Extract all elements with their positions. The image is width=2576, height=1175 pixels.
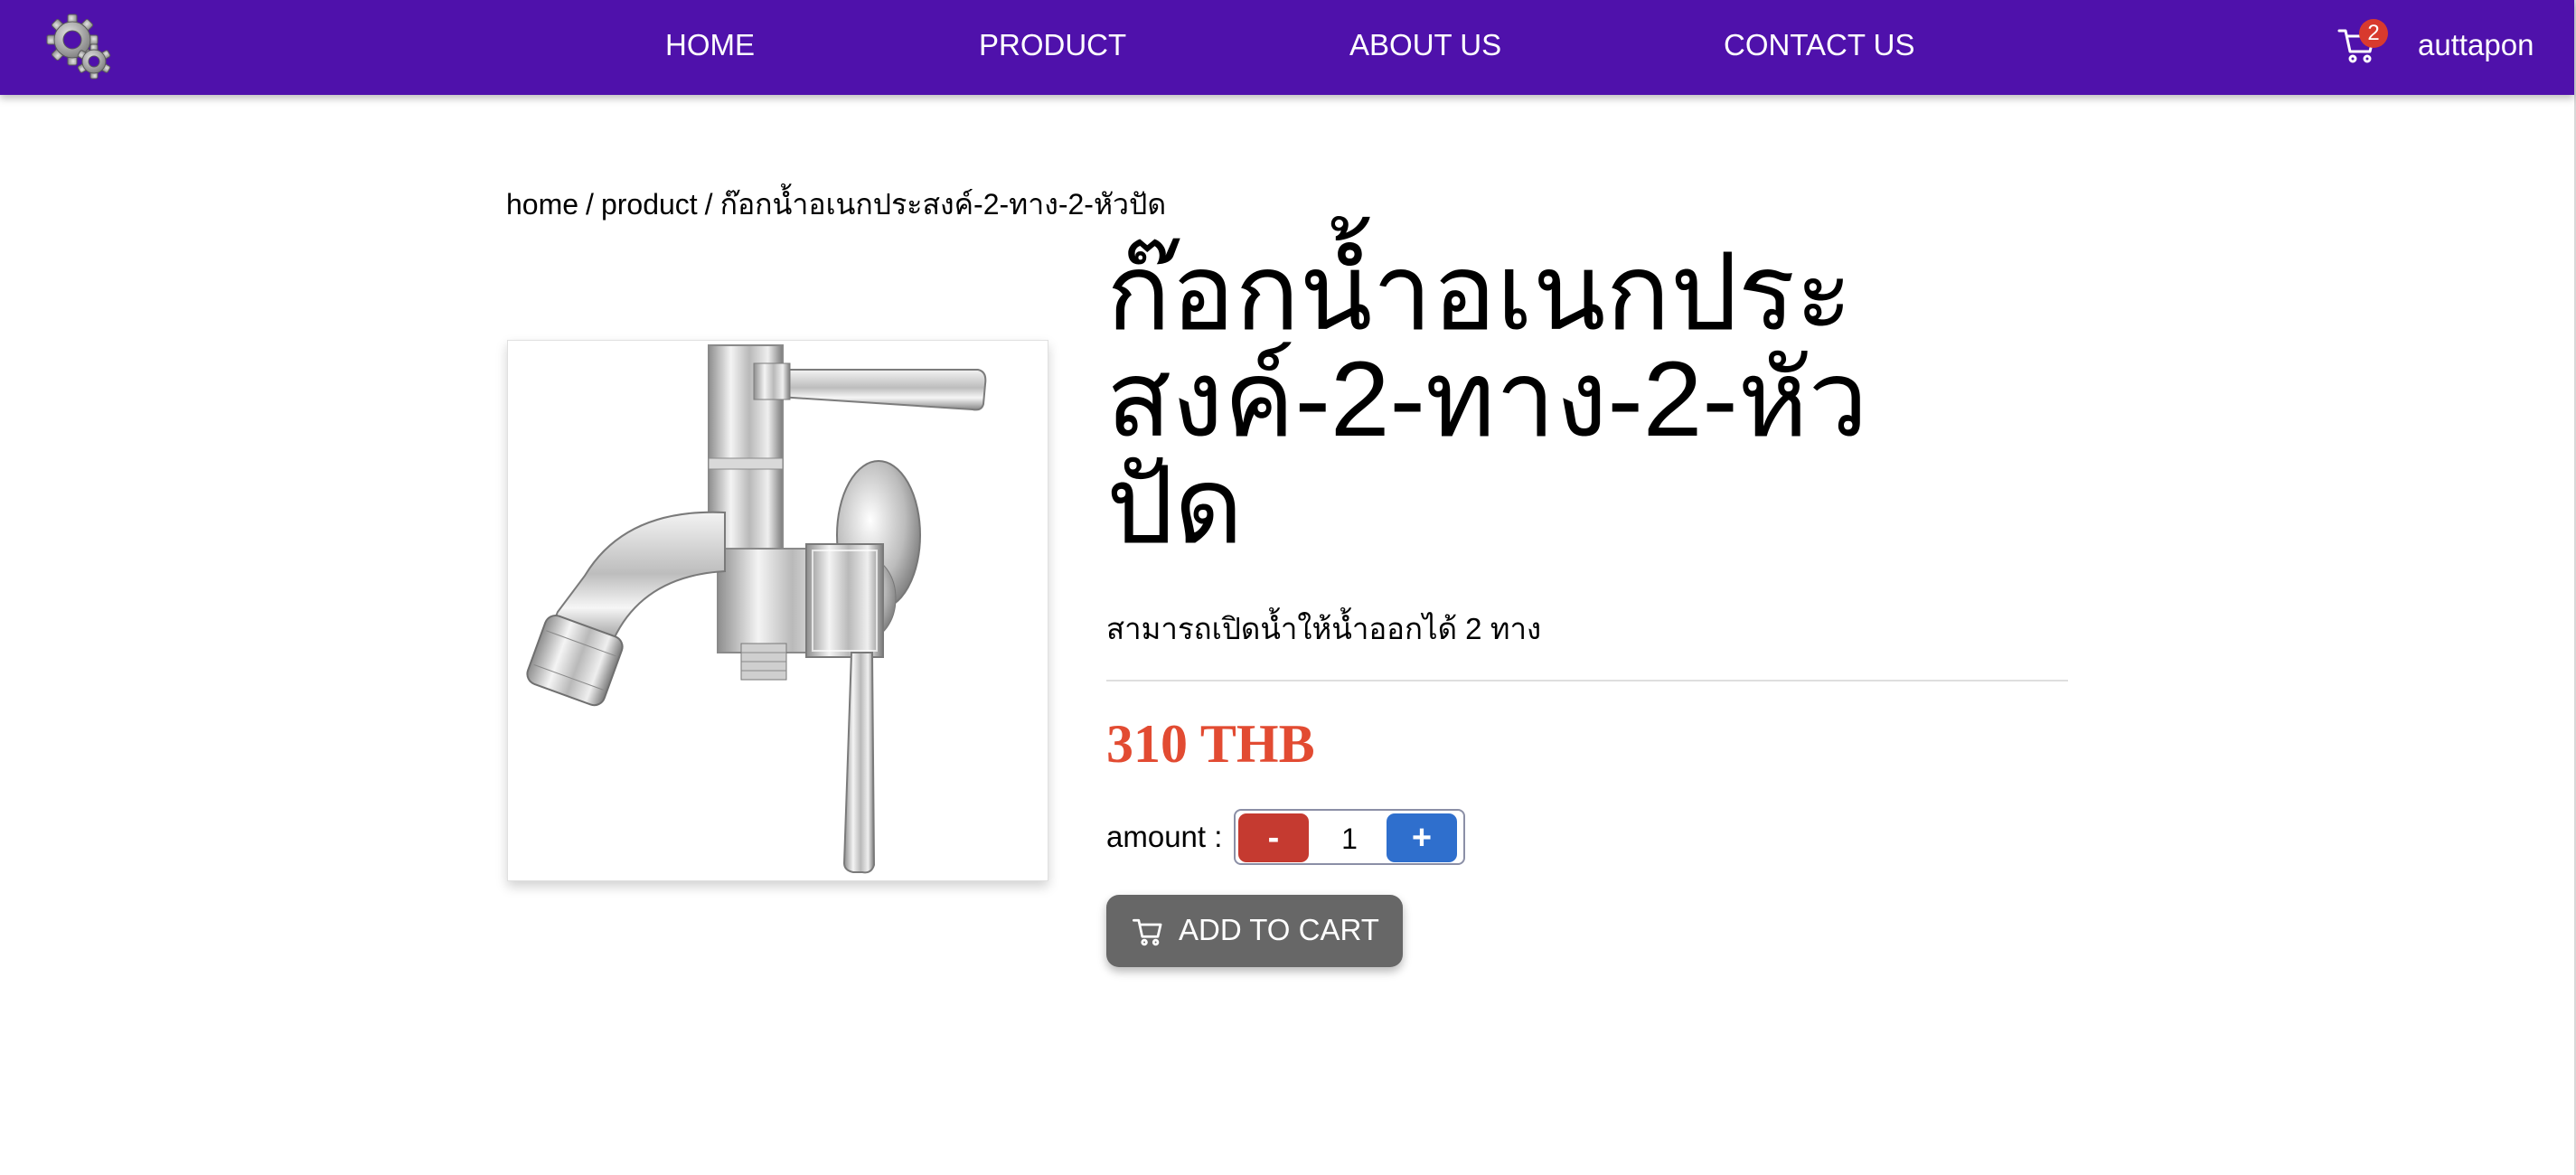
nav-link-contact-us[interactable]: CONTACT US: [1724, 27, 1914, 63]
add-to-cart-label: ADD TO CART: [1179, 913, 1379, 946]
breadcrumb-separator: /: [586, 188, 594, 221]
breadcrumb: home / product / ก๊อกน้ำอเนกประสงค์-2-ทาง-2-…: [506, 185, 1166, 223]
cart-count-badge: 2: [2359, 19, 2388, 48]
breadcrumb-product[interactable]: product: [601, 188, 698, 221]
user-name[interactable]: auttapon: [2418, 27, 2534, 63]
cart-icon: [1132, 918, 1162, 946]
quantity-input[interactable]: [1312, 813, 1387, 864]
nav-link-about-us[interactable]: ABOUT US: [1349, 27, 1501, 63]
amount-label: amount :: [1106, 820, 1223, 853]
divider: [1106, 680, 2068, 682]
nav-link-product[interactable]: PRODUCT: [979, 27, 1126, 63]
breadcrumb-current: ก๊อกน้ำอเนกประสงค์-2-ทาง-2-หัวปัด: [719, 188, 1167, 221]
breadcrumb-home[interactable]: home: [506, 188, 578, 221]
faucet-image: [526, 344, 987, 874]
breadcrumb-separator: /: [704, 188, 713, 221]
nav-link-home[interactable]: HOME: [665, 27, 755, 63]
decrease-quantity-button[interactable]: -: [1238, 813, 1309, 862]
increase-quantity-button[interactable]: +: [1387, 813, 1457, 862]
quantity-stepper: - +: [1234, 809, 1465, 865]
top-navbar: HOME PRODUCT ABOUT US CONTACT US 2 autta…: [0, 0, 2574, 95]
product-description: สามารถเปิดน้ำให้น้ำออกได้ 2 ทาง: [1106, 612, 1542, 645]
gears-icon[interactable]: [42, 9, 116, 81]
product-image-card: [507, 340, 1048, 881]
product-price: 310 THB: [1106, 714, 1315, 774]
page: HOME PRODUCT ABOUT US CONTACT US 2 autta…: [0, 0, 2576, 1175]
product-title: ก๊อกน้ำอเนกประสงค์-2-ทาง-2-หัวปัด: [1106, 233, 1868, 566]
add-to-cart-button[interactable]: ADD TO CART: [1106, 895, 1403, 967]
